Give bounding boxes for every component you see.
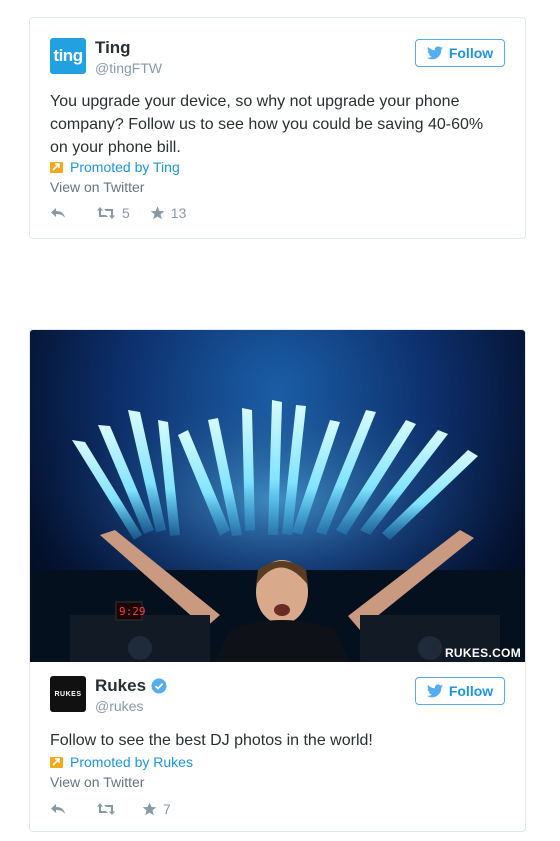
promoted-text: Promoted by Ting — [70, 159, 180, 175]
display-name: Rukes — [95, 676, 147, 695]
follow-label: Follow — [448, 45, 494, 61]
favorite-button[interactable]: 13 — [150, 205, 187, 221]
retweet-count: 5 — [122, 205, 130, 221]
handle[interactable]: @tingFTW — [95, 59, 162, 77]
promoted-label[interactable]: Promoted by Ting — [50, 159, 180, 175]
twitter-bird-icon — [426, 684, 443, 698]
tweet-header: ting Ting @tingFTW Follow — [50, 38, 505, 88]
favorite-count: 7 — [163, 801, 171, 817]
handle[interactable]: @rukes — [95, 697, 167, 715]
favorite-count: 13 — [170, 205, 187, 221]
follow-button[interactable]: Follow — [415, 39, 505, 67]
tweet-text: Follow to see the best DJ photos in the … — [50, 732, 373, 749]
avatar-text: ting — [53, 46, 83, 65]
author-info: Rukes @rukes — [95, 676, 167, 715]
image-watermark: RUKES.COM — [444, 646, 521, 660]
follow-button[interactable]: Follow — [415, 677, 505, 705]
reply-button[interactable] — [50, 802, 66, 816]
reply-button[interactable] — [50, 206, 66, 220]
favorite-icon — [150, 206, 165, 220]
promoted-text: Promoted by Rukes — [70, 754, 193, 770]
display-name[interactable]: Ting — [95, 38, 162, 58]
follow-label: Follow — [448, 683, 494, 699]
display-name-row[interactable]: Rukes — [95, 676, 167, 696]
promoted-icon — [50, 161, 63, 173]
favorite-icon — [142, 802, 157, 816]
promoted-label[interactable]: Promoted by Rukes — [50, 754, 193, 770]
retweet-icon — [96, 802, 116, 816]
retweet-icon — [96, 206, 116, 220]
avatar-text: RUKES — [54, 690, 82, 698]
tweet-text: You upgrade your device, so why not upgr… — [50, 93, 484, 156]
tweet-card-rukes: 9:29 RUKES.COM RUKES Rukes @rukes Follow… — [29, 329, 526, 832]
tweet-card-ting: ting Ting @tingFTW Follow You upgrade yo… — [29, 17, 526, 239]
twitter-bird-icon — [426, 46, 443, 60]
tweet-actions: 5 13 — [50, 205, 206, 221]
reply-icon — [50, 206, 66, 220]
tweet-media-photo[interactable]: 9:29 RUKES.COM — [30, 330, 525, 662]
promoted-icon — [50, 756, 63, 768]
retweet-button[interactable] — [96, 802, 122, 816]
retweet-button[interactable]: 5 — [96, 205, 130, 221]
view-on-twitter-link[interactable]: View on Twitter — [50, 774, 144, 790]
mixer-clock: 9:29 — [119, 605, 146, 618]
tweet-header: RUKES Rukes @rukes Follow — [50, 676, 505, 726]
avatar[interactable]: ting — [50, 38, 86, 74]
reply-icon — [50, 802, 66, 816]
favorite-button[interactable]: 7 — [142, 801, 171, 817]
dj-photo-illustration — [30, 380, 525, 662]
tweet-actions: 7 — [50, 801, 191, 817]
verified-icon — [151, 678, 167, 694]
author-info: Ting @tingFTW — [95, 38, 162, 77]
view-on-twitter-link[interactable]: View on Twitter — [50, 179, 144, 195]
avatar[interactable]: RUKES — [50, 676, 86, 712]
